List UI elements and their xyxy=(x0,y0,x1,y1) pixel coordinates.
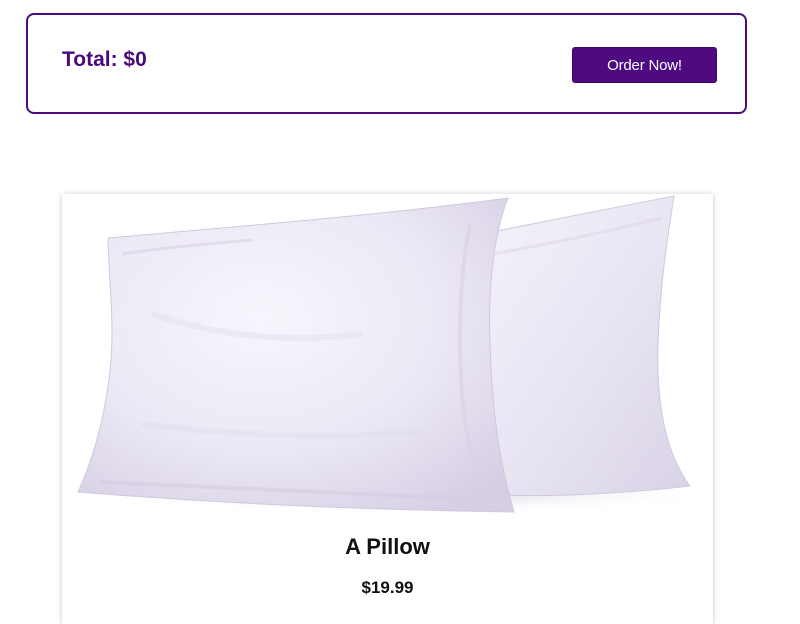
product-card[interactable]: A Pillow $19.99 xyxy=(62,194,713,624)
cart-summary-bar: Total: $0 Order Now! xyxy=(26,13,747,114)
pillow-image xyxy=(77,195,713,514)
order-now-button[interactable]: Order Now! xyxy=(572,47,717,83)
product-name: A Pillow xyxy=(345,534,430,559)
product-price: $19.99 xyxy=(361,578,414,597)
product-image[interactable] xyxy=(62,194,713,516)
cart-total: Total: $0 xyxy=(62,48,147,71)
